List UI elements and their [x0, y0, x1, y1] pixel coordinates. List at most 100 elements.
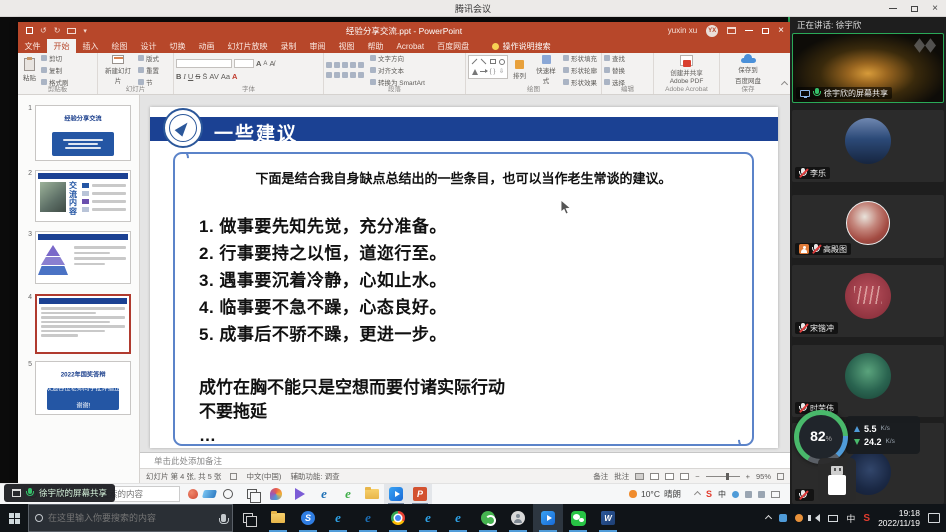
font-name-combobox[interactable] — [176, 59, 232, 68]
tab-slideshow[interactable]: 幻灯片放映 — [221, 39, 274, 53]
ribbon-display-options-icon[interactable] — [727, 27, 736, 34]
tab-record[interactable]: 录制 — [274, 39, 303, 53]
ppt-minimize-icon[interactable] — [745, 30, 753, 31]
edge-icon[interactable]: e — [312, 484, 336, 505]
account-name[interactable]: yuxin xu — [668, 26, 697, 35]
task-view-icon[interactable] — [240, 484, 264, 505]
find-button[interactable]: 查找 — [604, 53, 625, 63]
tab-insert[interactable]: 插入 — [76, 39, 105, 53]
wechat-icon[interactable] — [563, 504, 593, 532]
slideshow-view-icon[interactable] — [680, 473, 689, 480]
arrange-button[interactable]: 排列 — [510, 55, 529, 85]
tab-review[interactable]: 审阅 — [303, 39, 332, 53]
font-color-button[interactable]: A — [232, 72, 237, 81]
shared-notification-icon[interactable] — [771, 491, 780, 498]
tray-expand-icon[interactable] — [694, 490, 701, 497]
tab-animations[interactable]: 动画 — [192, 39, 221, 53]
powerpoint-icon[interactable]: P — [408, 484, 432, 505]
collapse-ribbon-icon[interactable] — [782, 74, 787, 92]
tray-app-icon[interactable] — [745, 491, 752, 498]
comments-toggle[interactable]: 批注 — [614, 471, 629, 482]
word-icon[interactable]: W — [593, 504, 623, 532]
font-size-combobox[interactable] — [234, 59, 254, 68]
ie-icon[interactable]: e — [443, 504, 473, 532]
new-slide-button[interactable]: 新建幻灯片 — [100, 55, 136, 85]
zoom-slider[interactable] — [706, 476, 740, 477]
sogou-tray-icon[interactable]: S — [706, 489, 712, 499]
zoom-level[interactable]: 95% — [756, 472, 771, 481]
create-share-pdf-button[interactable]: 创建并共享 Adobe PDF — [667, 55, 707, 85]
numbering-icon[interactable] — [334, 62, 340, 68]
sogou-tray-icon[interactable]: S — [863, 513, 870, 524]
align-right-icon[interactable] — [342, 72, 348, 78]
tab-view[interactable]: 视图 — [332, 39, 361, 53]
tray-app-icon[interactable] — [779, 514, 787, 522]
participant-tile[interactable]: 宋锴冲 — [792, 265, 944, 337]
ie-icon[interactable]: e — [323, 504, 353, 532]
tencent-meeting-icon[interactable] — [384, 484, 408, 505]
file-explorer-icon[interactable] — [360, 484, 384, 505]
align-center-icon[interactable] — [334, 72, 340, 78]
justify-icon[interactable] — [350, 72, 356, 78]
bold-button[interactable]: B — [176, 72, 181, 81]
tab-design[interactable]: 设计 — [134, 39, 163, 53]
taskbar-clock[interactable]: 19:18 2022/11/19 — [878, 508, 920, 528]
usb-device-popup[interactable] — [818, 458, 856, 502]
change-case-icon[interactable]: Aa — [221, 72, 230, 81]
notes-toggle[interactable]: 备注 — [593, 471, 608, 482]
reset-button[interactable]: 重置 — [138, 65, 159, 75]
sogou-browser-icon[interactable]: S — [293, 504, 323, 532]
slide-sorter-icon[interactable] — [650, 473, 659, 480]
screen-share-indicator[interactable]: 徐宇欣的屏幕共享 — [4, 484, 115, 502]
italic-button[interactable]: I — [183, 72, 186, 81]
slide-thumbnail-2[interactable]: 交流内容 — [35, 170, 131, 222]
character-spacing-icon[interactable]: AV — [209, 72, 218, 81]
maximize-icon[interactable] — [911, 6, 918, 12]
tab-help[interactable]: 帮助 — [361, 39, 390, 53]
contacts-app-icon[interactable] — [503, 504, 533, 532]
tab-transitions[interactable]: 切换 — [163, 39, 192, 53]
fit-to-window-icon[interactable] — [777, 473, 784, 480]
news-widget-icon[interactable] — [188, 489, 198, 499]
ime-indicator[interactable]: 中 — [718, 489, 726, 500]
ie-icon[interactable]: e — [413, 504, 443, 532]
zoom-in-icon[interactable]: + — [746, 472, 750, 481]
minimize-icon[interactable] — [889, 8, 897, 9]
underline-button[interactable]: U — [188, 72, 193, 81]
align-left-icon[interactable] — [326, 72, 332, 78]
close-icon[interactable]: × — [932, 4, 938, 14]
task-view-icon[interactable] — [233, 504, 263, 532]
slide-thumbnail-1[interactable]: 经验分享交流 — [35, 105, 131, 161]
edge-icon[interactable]: e — [353, 504, 383, 532]
browser-360-icon[interactable] — [473, 504, 503, 532]
account-avatar[interactable]: YX — [706, 25, 718, 37]
media-player-icon[interactable] — [288, 484, 312, 505]
cortana-icon[interactable] — [216, 484, 240, 505]
quick-styles-button[interactable]: 快速样式 — [531, 55, 561, 85]
tab-baidu-pan[interactable]: 百度网盘 — [431, 39, 476, 53]
layout-button[interactable]: 版式 — [138, 53, 159, 63]
bullets-icon[interactable] — [326, 62, 332, 68]
participant-tile[interactable]: 高殿图 — [792, 195, 944, 258]
touch-keyboard-icon[interactable] — [828, 515, 838, 522]
volume-icon[interactable] — [811, 514, 820, 522]
participant-tile[interactable]: 时荣伟 — [792, 345, 944, 417]
tray-app-icon[interactable] — [758, 491, 765, 498]
tab-acrobat[interactable]: Acrobat — [390, 39, 431, 53]
weather-status[interactable]: 10°C 晴朗 — [629, 488, 681, 500]
tray-app-icon[interactable] — [795, 514, 803, 522]
reading-view-icon[interactable] — [665, 473, 674, 480]
zoom-out-icon[interactable]: − — [695, 472, 699, 481]
notes-pane[interactable]: 单击此处添加备注 — [140, 452, 790, 468]
participant-tile-screen-share[interactable]: 徐宇欣的屏幕共享 — [792, 33, 944, 103]
taskbar-search-input[interactable] — [48, 513, 198, 523]
slide-thumbnail-4-selected[interactable] — [35, 294, 131, 354]
ime-indicator[interactable]: 中 — [846, 512, 855, 525]
decrease-indent-icon[interactable] — [342, 62, 348, 68]
cut-button[interactable]: 剪切 — [41, 53, 69, 63]
tray-expand-icon[interactable] — [765, 514, 772, 521]
current-slide[interactable]: 一些建议 下面是结合我自身缺点总结出的一些条目，也可以当作老生常谈的建议。 1.… — [150, 107, 778, 448]
increase-indent-icon[interactable] — [350, 62, 356, 68]
slide-thumbnail-5[interactable]: 2022年国奖答辩 欢迎各位老师同学批评指正 谢谢! — [35, 361, 131, 415]
slide-content-box[interactable]: 下面是结合我自身缺点总结出的一些条目，也可以当作老生常谈的建议。 1. 做事要先… — [173, 152, 754, 446]
